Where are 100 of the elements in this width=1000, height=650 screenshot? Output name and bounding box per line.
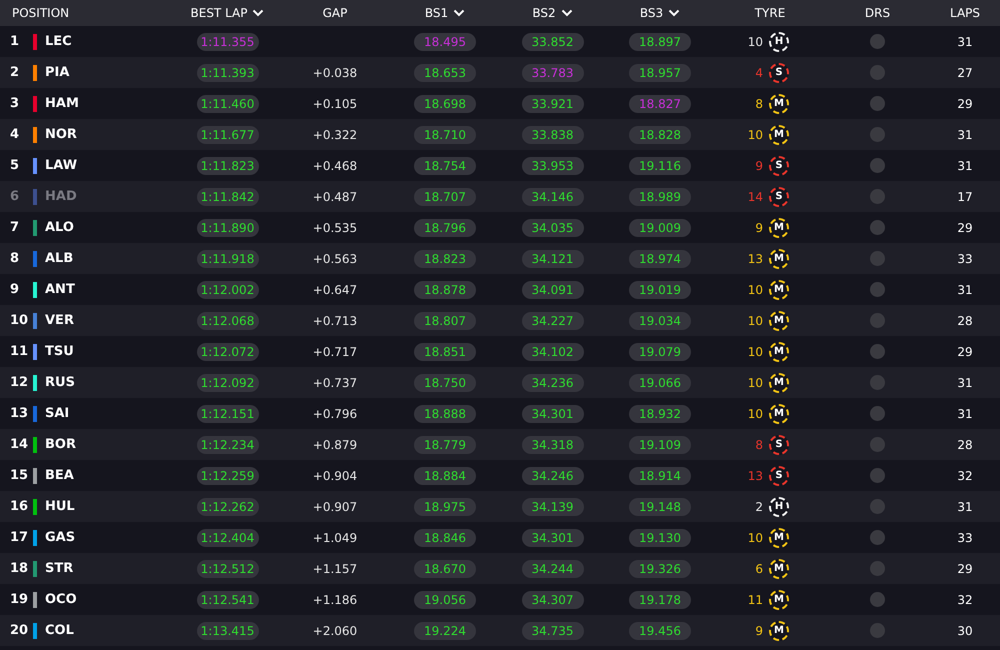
- lap-time: 18.750: [414, 374, 476, 392]
- position-number: 13: [10, 406, 30, 421]
- gap-time: +0.563: [312, 252, 358, 266]
- lap-time: 19.109: [629, 436, 691, 454]
- lap-time: 19.148: [629, 498, 691, 516]
- lap-count: 31: [957, 158, 973, 172]
- tyre-compound-badge: M: [769, 280, 789, 300]
- lap-time: 1:12.259: [196, 466, 258, 484]
- tyre-compound-badge: M: [769, 590, 789, 610]
- lap-time: 1:11.355: [196, 32, 258, 50]
- lap-time: 19.066: [629, 374, 691, 392]
- tyre-age: 4: [754, 66, 763, 80]
- lap-time: 1:11.823: [196, 156, 258, 174]
- tyre-compound-badge: M: [769, 620, 789, 640]
- tyre-age: 11: [746, 592, 763, 606]
- tyre-age: 9: [754, 158, 763, 172]
- lap-time: 1:11.677: [196, 126, 258, 144]
- lap-time: 1:12.092: [196, 374, 258, 392]
- driver-code: COL: [45, 623, 74, 638]
- chevron-down-icon: [668, 9, 680, 17]
- lap-time: 18.710: [414, 126, 476, 144]
- lap-time: 18.884: [414, 466, 476, 484]
- lap-time: 18.796: [414, 218, 476, 236]
- driver-code: HAM: [45, 96, 79, 111]
- tyre-compound-badge: M: [769, 558, 789, 578]
- lap-time: 34.301: [522, 404, 584, 422]
- column-header: TYRE: [754, 6, 786, 20]
- lap-time: 34.301: [522, 528, 584, 546]
- lap-count: 31: [957, 376, 973, 390]
- driver-code: LAW: [45, 158, 78, 173]
- column-header[interactable]: BS3: [640, 6, 680, 20]
- lap-time: 18.707: [414, 188, 476, 206]
- driver-code: VER: [45, 313, 74, 328]
- chevron-down-icon: [560, 9, 573, 17]
- driver-code: SAI: [45, 406, 70, 421]
- tyre-compound-badge: H: [769, 32, 789, 52]
- lap-time: 1:11.842: [196, 188, 258, 206]
- lap-time: 18.878: [414, 280, 476, 298]
- lap-time: 18.846: [414, 528, 476, 546]
- lap-count: 17: [957, 190, 973, 204]
- lap-time: 18.670: [414, 560, 476, 578]
- chevron-down-icon: [453, 9, 466, 17]
- position-number: 10: [10, 313, 30, 328]
- lap-time: 18.897: [629, 32, 691, 50]
- lap-time: 18.974: [629, 250, 691, 268]
- position-number: 5: [10, 158, 20, 173]
- tyre-age: 10: [746, 314, 763, 328]
- lap-time: 19.019: [629, 280, 691, 298]
- lap-time: 19.056: [414, 590, 476, 608]
- lap-time: 34.091: [522, 280, 584, 298]
- tyre-age: 13: [746, 252, 763, 266]
- tyre-compound-badge: M: [769, 404, 789, 424]
- position-number: 20: [10, 623, 30, 638]
- lap-time: 34.236: [522, 374, 584, 392]
- gap-time: +0.904: [312, 468, 358, 482]
- lap-time: 34.246: [522, 466, 584, 484]
- tyre-age: 10: [746, 128, 763, 142]
- lap-count: 32: [957, 592, 973, 606]
- lap-time: 19.116: [629, 156, 691, 174]
- lap-time: 1:12.512: [196, 560, 258, 578]
- lap-time: 18.698: [414, 94, 476, 112]
- position-number: 19: [10, 592, 30, 607]
- tyre-compound-badge: M: [769, 218, 789, 238]
- lap-time: 33.852: [522, 32, 584, 50]
- position-number: 2: [10, 65, 20, 80]
- lap-time: 1:12.404: [196, 528, 258, 546]
- lap-count: 29: [957, 220, 973, 234]
- tyre-age: 10: [746, 406, 763, 420]
- position-number: 17: [10, 530, 30, 545]
- tyre-compound-badge: M: [769, 342, 789, 362]
- lap-time: 33.953: [522, 156, 584, 174]
- gap-time: +1.049: [312, 530, 358, 544]
- lap-count: 31: [957, 128, 973, 142]
- lap-time: 18.827: [629, 94, 691, 112]
- tyre-age: 10: [746, 344, 763, 358]
- lap-time: 1:12.234: [196, 436, 258, 454]
- lap-time: 18.754: [414, 156, 476, 174]
- lap-time: 34.318: [522, 436, 584, 454]
- tyre-compound-badge: S: [769, 466, 789, 486]
- lap-time: 34.307: [522, 590, 584, 608]
- column-header: LAPS: [950, 6, 980, 20]
- lap-count: 30: [957, 624, 973, 638]
- column-header[interactable]: BS1: [424, 6, 466, 20]
- column-header[interactable]: BEST LAP: [190, 6, 264, 20]
- lap-time: 19.326: [629, 560, 691, 578]
- driver-code: PIA: [45, 65, 70, 80]
- position-number: 3: [10, 96, 20, 111]
- tyre-compound-badge: M: [769, 372, 789, 392]
- column-header[interactable]: BS2: [532, 6, 573, 20]
- position-number: 14: [10, 437, 30, 452]
- driver-code: TSU: [45, 344, 74, 359]
- driver-code: HUL: [45, 499, 75, 514]
- gap-time: +0.713: [312, 314, 358, 328]
- tyre-compound-badge: S: [769, 62, 789, 82]
- tyre-age: 9: [754, 624, 763, 638]
- driver-code: ANT: [45, 282, 75, 297]
- tyre-age: 8: [754, 96, 763, 110]
- lap-time: 1:12.002: [196, 280, 258, 298]
- lap-time: 18.828: [629, 126, 691, 144]
- tyre-age: 10: [746, 282, 763, 296]
